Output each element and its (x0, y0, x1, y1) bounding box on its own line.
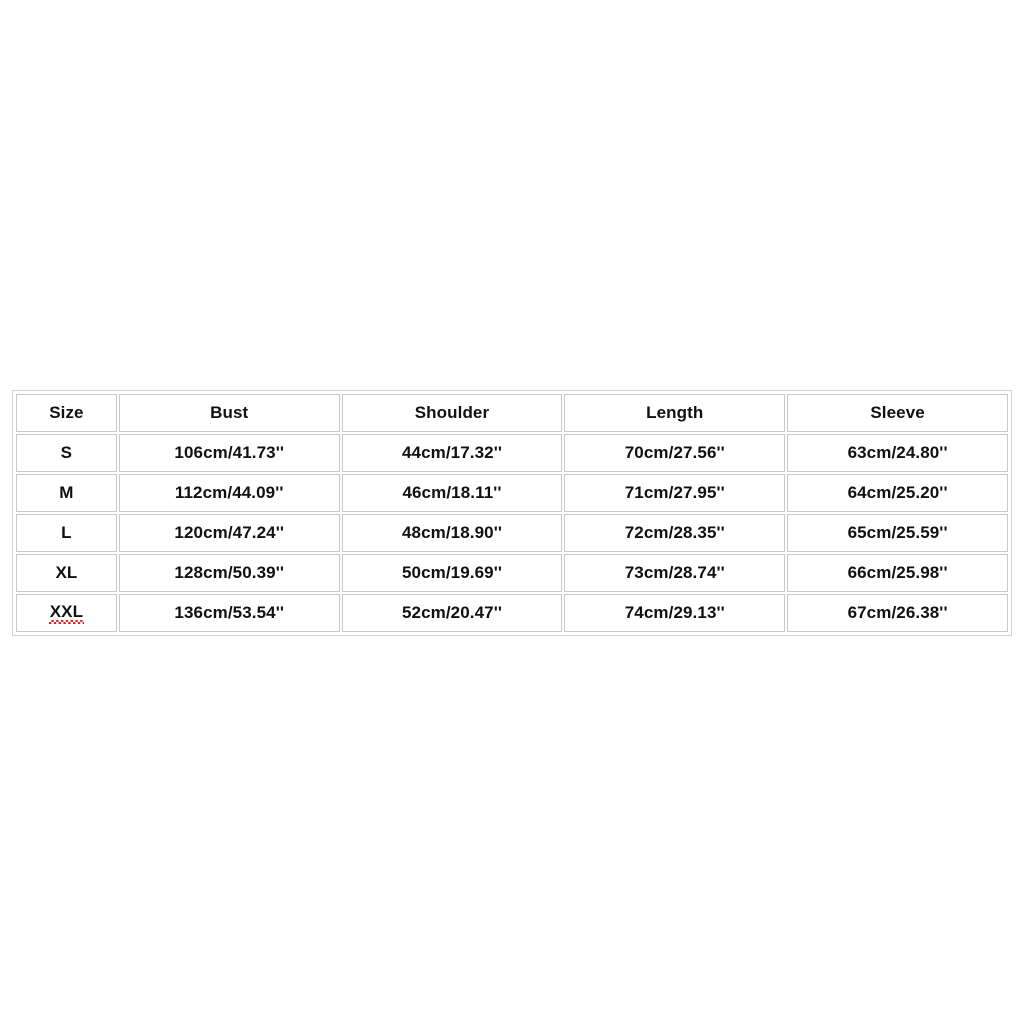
cell-shoulder: 48cm/18.90'' (341, 514, 563, 552)
cell-length: 70cm/27.56'' (564, 434, 786, 472)
table-row: XL 128cm/50.39'' 50cm/19.69'' 73cm/28.74'' 6… (16, 554, 1008, 592)
table-header-row: Size Bust Shoulder Length Sleeve (16, 394, 1008, 432)
size-chart-container: Size Bust Shoulder Length Sleeve S 106cm/41.7… (12, 390, 1012, 636)
cell-length: 72cm/28.35'' (564, 514, 786, 552)
cell-length: 74cm/29.13'' (564, 594, 786, 632)
cell-sleeve: 66cm/25.98'' (787, 554, 1008, 592)
column-header-bust: Bust (118, 394, 340, 432)
cell-size: XL (16, 554, 117, 592)
column-header-sleeve: Sleeve (787, 394, 1008, 432)
cell-shoulder: 44cm/17.32'' (341, 434, 563, 472)
cell-bust: 112cm/44.09'' (118, 474, 340, 512)
cell-sleeve: 67cm/26.38'' (787, 594, 1008, 632)
cell-size: L (16, 514, 117, 552)
cell-shoulder: 52cm/20.47'' (341, 594, 563, 632)
cell-sleeve: 65cm/25.59'' (787, 514, 1008, 552)
table-row: L 120cm/47.24'' 48cm/18.90'' 72cm/28.35'' 65… (16, 514, 1008, 552)
column-header-length: Length (564, 394, 786, 432)
size-chart-header: Size Bust Shoulder Length Sleeve (16, 394, 1008, 432)
cell-length: 71cm/27.95'' (564, 474, 786, 512)
cell-bust: 136cm/53.54'' (118, 594, 340, 632)
cell-size: XXL (16, 594, 117, 632)
column-header-shoulder: Shoulder (341, 394, 563, 432)
cell-sleeve: 63cm/24.80'' (787, 434, 1008, 472)
cell-shoulder: 50cm/19.69'' (341, 554, 563, 592)
cell-bust: 120cm/47.24'' (118, 514, 340, 552)
cell-bust: 106cm/41.73'' (118, 434, 340, 472)
table-row: S 106cm/41.73'' 44cm/17.32'' 70cm/27.56'' 63… (16, 434, 1008, 472)
table-row: XXL 136cm/53.54'' 52cm/20.47'' 74cm/29.13''… (16, 594, 1008, 632)
cell-sleeve: 64cm/25.20'' (787, 474, 1008, 512)
column-header-size: Size (16, 394, 117, 432)
misspelled-size-label: XXL (48, 602, 85, 624)
cell-length: 73cm/28.74'' (564, 554, 786, 592)
cell-size: M (16, 474, 117, 512)
table-row: M 112cm/44.09'' 46cm/18.11'' 71cm/27.95'' 64… (16, 474, 1008, 512)
size-chart-table: Size Bust Shoulder Length Sleeve S 106cm/41.7… (14, 392, 1010, 634)
cell-shoulder: 46cm/18.11'' (341, 474, 563, 512)
cell-size: S (16, 434, 117, 472)
cell-bust: 128cm/50.39'' (118, 554, 340, 592)
size-chart-body: S 106cm/41.73'' 44cm/17.32'' 70cm/27.56'' 63… (16, 434, 1008, 632)
